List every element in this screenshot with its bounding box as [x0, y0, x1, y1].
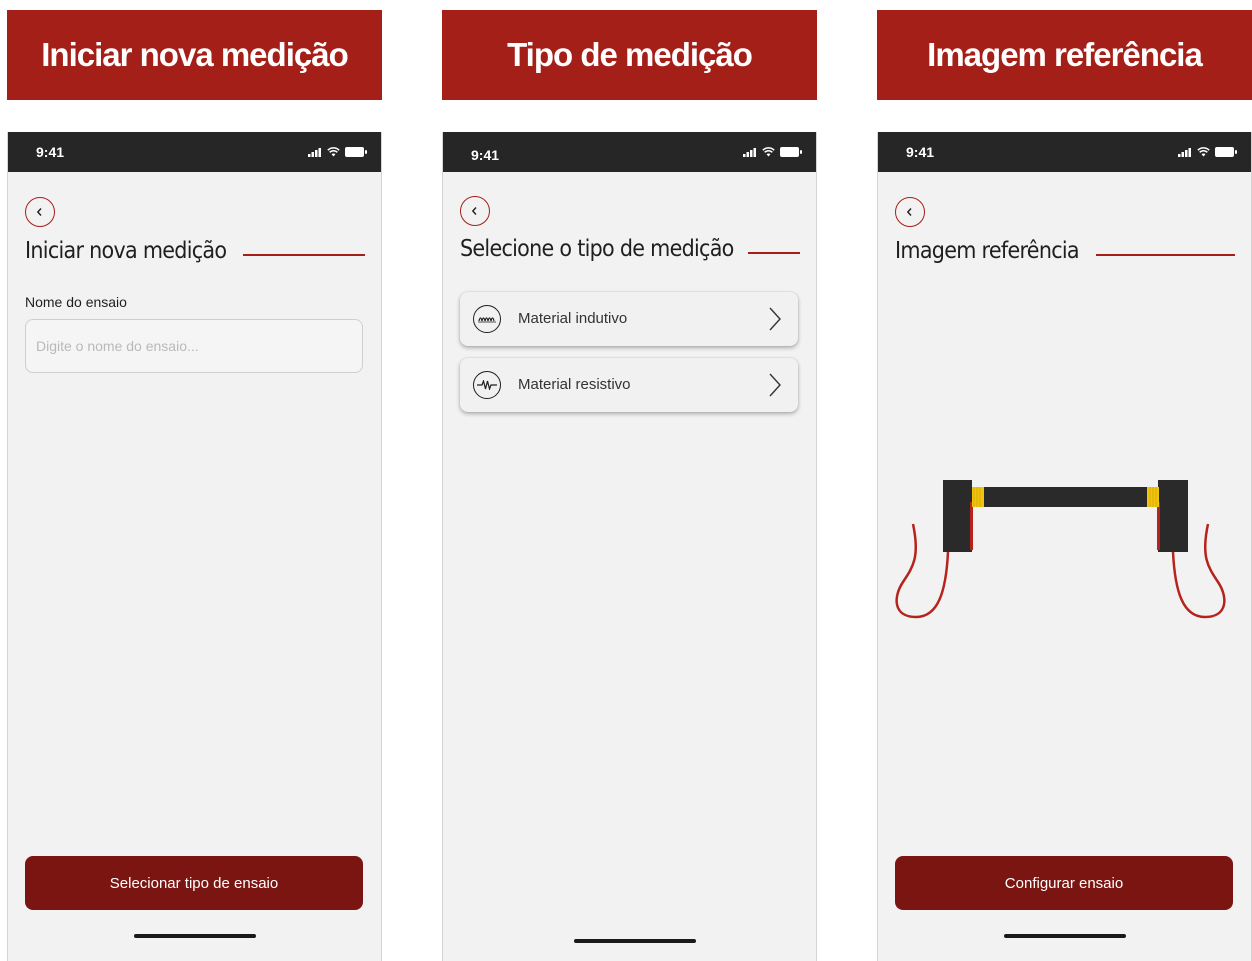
- status-time: 9:41: [471, 147, 500, 163]
- title-accent-line: [1096, 254, 1235, 256]
- banner-title: Imagem referência: [927, 36, 1203, 73]
- option-inductive-material[interactable]: Material indutivo: [460, 292, 798, 346]
- chevron-left-icon: [36, 208, 42, 216]
- chevron-left-icon: [471, 207, 477, 215]
- select-test-type-button[interactable]: Selecionar tipo de ensaio: [25, 856, 363, 910]
- page-title: Imagem referência: [895, 238, 1080, 264]
- battery-icon: [1215, 147, 1237, 157]
- status-time: 9:41: [906, 144, 935, 160]
- battery-icon: [780, 147, 802, 157]
- home-indicator: [1004, 934, 1126, 938]
- banner-reference-image: Imagem referência: [877, 10, 1252, 100]
- left-wire: [895, 523, 950, 619]
- signal-icon: [308, 147, 321, 157]
- status-icons: [308, 147, 367, 157]
- field-label-test-name: Nome do ensaio: [25, 294, 127, 310]
- status-time: 9:41: [36, 144, 65, 160]
- battery-icon: [345, 147, 367, 157]
- phone-screen-reference: 9:41 Imagem referência Configurar ensaio: [877, 132, 1252, 961]
- option-label: Material resistivo: [518, 376, 631, 393]
- signal-icon: [1178, 147, 1191, 157]
- left-clamp: [943, 480, 972, 552]
- status-bar: 9:41: [878, 132, 1251, 172]
- option-resistive-material[interactable]: Material resistivo: [460, 358, 798, 412]
- banner-measurement-type: Tipo de medição: [442, 10, 817, 100]
- back-button[interactable]: [25, 197, 55, 227]
- cable-reference-illustration: [895, 480, 1226, 619]
- phone-screen-start: 9:41 Iniciar nova medição Nome do ensaio…: [7, 132, 382, 961]
- page-title: Selecione o tipo de medição: [460, 236, 734, 262]
- inductor-icon: [473, 305, 501, 333]
- banner-title: Iniciar nova medição: [41, 36, 348, 73]
- wifi-icon: [327, 147, 340, 157]
- status-bar: 9:41: [443, 132, 816, 172]
- chevron-right-icon: [769, 307, 781, 331]
- home-indicator: [134, 934, 256, 938]
- chevron-right-icon: [769, 373, 781, 397]
- title-accent-line: [748, 252, 800, 254]
- back-button[interactable]: [895, 197, 925, 227]
- status-bar: 9:41: [8, 132, 381, 172]
- status-icons: [743, 147, 802, 157]
- status-icons: [1178, 147, 1237, 157]
- page-title: Iniciar nova medição: [25, 238, 227, 264]
- banner-start-measurement: Iniciar nova medição: [7, 10, 382, 100]
- title-accent-line: [243, 254, 365, 256]
- right-clamp: [1158, 480, 1188, 552]
- resistor-icon: [473, 371, 501, 399]
- signal-icon: [743, 147, 756, 157]
- back-button[interactable]: [460, 196, 490, 226]
- banner-title: Tipo de medição: [507, 36, 753, 73]
- option-label: Material indutivo: [518, 310, 628, 327]
- home-indicator: [574, 939, 696, 943]
- chevron-left-icon: [906, 208, 912, 216]
- wifi-icon: [1197, 147, 1210, 157]
- cable-body: [984, 487, 1147, 507]
- wifi-icon: [762, 147, 775, 157]
- phone-screen-type: 9:41 Selecione o tipo de medição Materia…: [442, 132, 817, 961]
- test-name-input[interactable]: [25, 319, 363, 373]
- configure-test-button[interactable]: Configurar ensaio: [895, 856, 1233, 910]
